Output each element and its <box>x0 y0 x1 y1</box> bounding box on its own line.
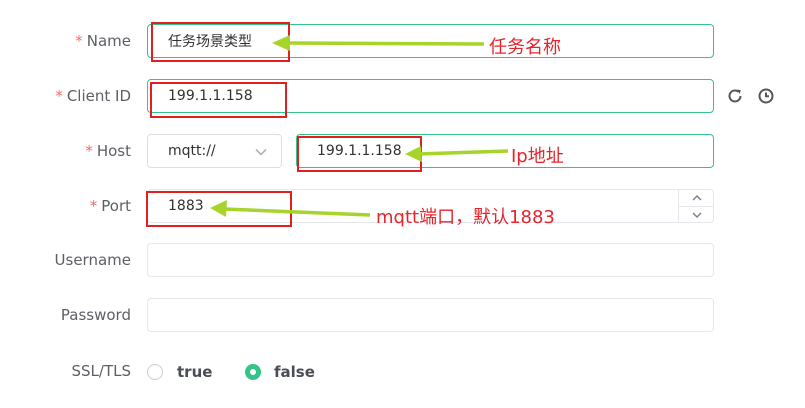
name-highlight-box <box>151 22 290 62</box>
required-mark: * <box>55 87 63 105</box>
host-highlight-box <box>297 136 422 172</box>
port-annotation: mqtt端口，默认1883 <box>376 207 555 228</box>
username-label-text: Username <box>54 251 131 269</box>
host-annotation: Ip地址 <box>511 146 564 167</box>
port-label: * Port <box>90 197 131 215</box>
refresh-icon[interactable] <box>725 86 745 106</box>
ssl-false-label[interactable]: false <box>274 363 315 381</box>
port-stepper <box>678 190 714 222</box>
protocol-select-value: mqtt:// <box>168 143 216 159</box>
port-label-text: Port <box>101 197 131 215</box>
chevron-up-icon <box>692 195 701 201</box>
password-input[interactable] <box>147 298 714 332</box>
required-mark: * <box>85 142 93 160</box>
required-mark: * <box>75 32 83 50</box>
chevron-down-icon <box>692 212 701 218</box>
protocol-select[interactable]: mqtt:// <box>147 134 282 168</box>
password-label-text: Password <box>60 306 131 324</box>
client-id-label-text: Client ID <box>66 87 131 105</box>
password-label: Password <box>61 306 131 324</box>
name-label-text: Name <box>86 32 131 50</box>
client-id-label: * Client ID <box>55 87 131 105</box>
port-decrement-button[interactable] <box>679 207 714 222</box>
clock-icon[interactable] <box>756 86 776 106</box>
username-input[interactable] <box>147 243 714 277</box>
ssl-tls-label: SSL/TLS <box>72 362 132 380</box>
host-label-text: Host <box>96 142 131 160</box>
ssl-false-radio[interactable] <box>245 364 261 380</box>
name-label: * Name <box>75 32 131 50</box>
client-id-highlight-box <box>150 82 287 118</box>
name-annotation: 任务名称 <box>489 37 561 58</box>
port-highlight-box <box>146 191 292 227</box>
ssl-tls-label-text: SSL/TLS <box>71 362 132 380</box>
username-label: Username <box>55 251 131 269</box>
ssl-true-label[interactable]: true <box>177 363 212 381</box>
host-label: * Host <box>85 142 131 160</box>
required-mark: * <box>89 197 98 215</box>
port-increment-button[interactable] <box>679 190 714 207</box>
ssl-true-radio[interactable] <box>147 364 163 380</box>
chevron-down-icon <box>253 144 269 164</box>
